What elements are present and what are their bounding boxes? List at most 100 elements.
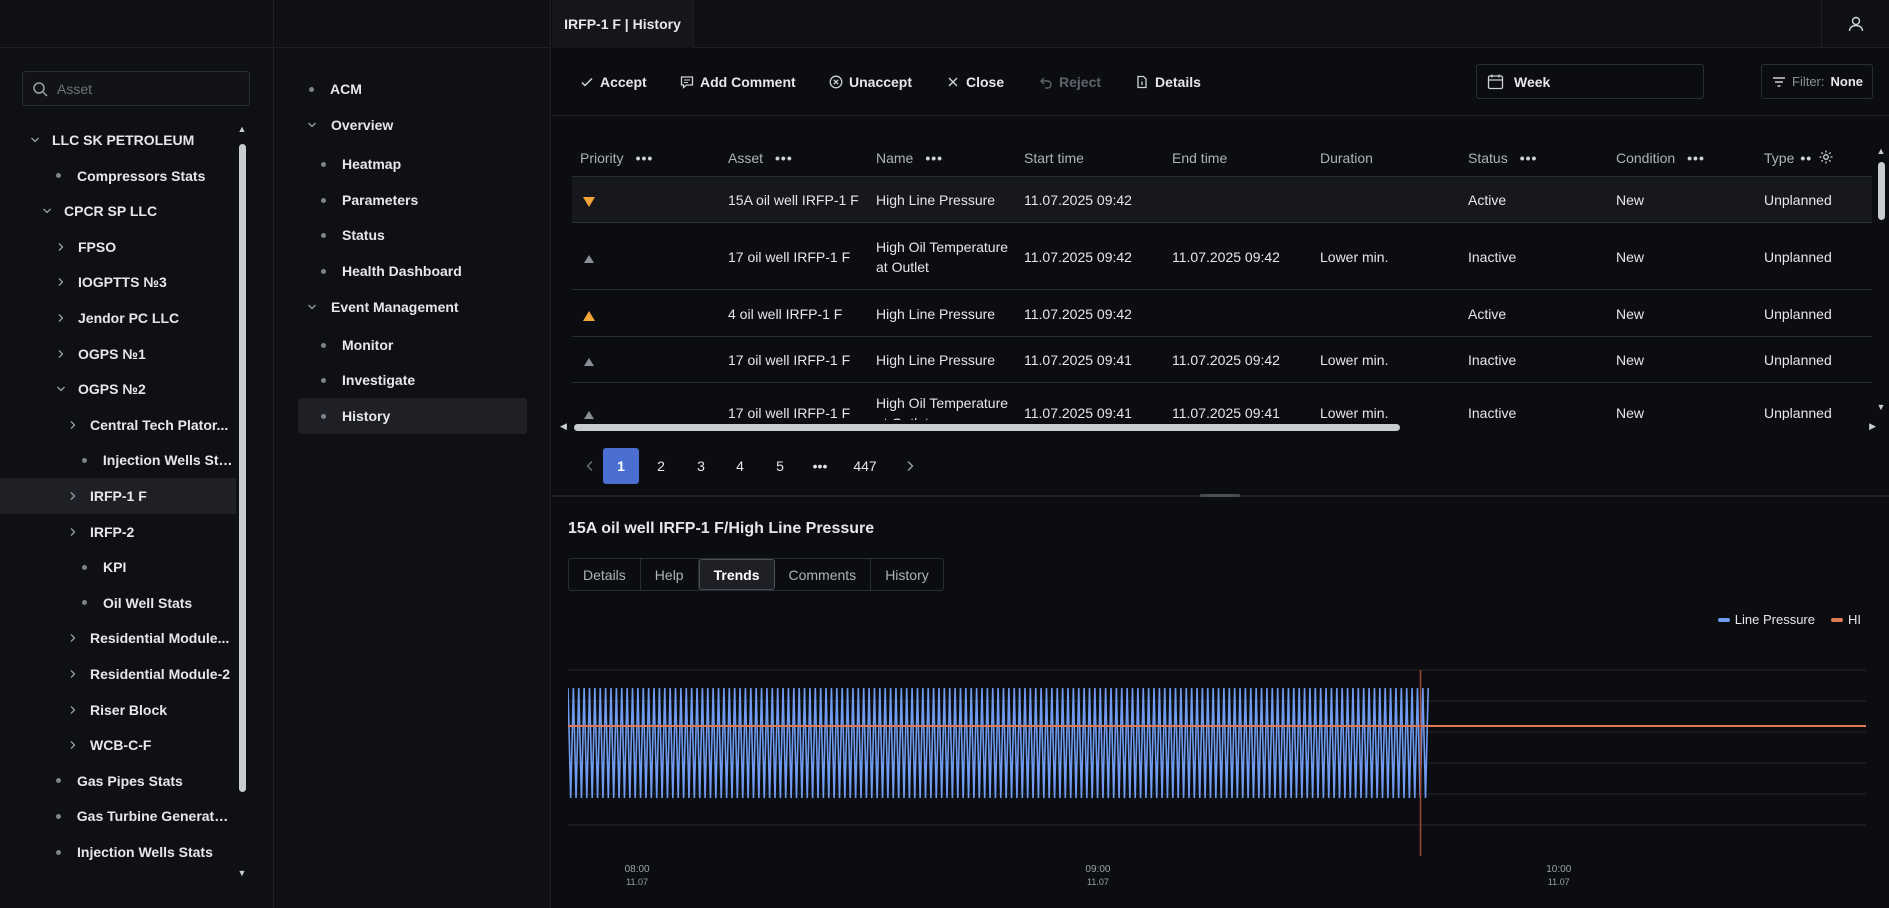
reject-button[interactable]: Reject — [1039, 70, 1101, 94]
detail-tab[interactable]: Details — [569, 559, 641, 590]
tree-item[interactable]: Gas Pipes Stats — [0, 763, 236, 799]
detail-tab[interactable]: Trends — [698, 559, 775, 590]
table-horizontal-scrollbar[interactable]: ◀ ▶ — [560, 421, 1876, 433]
column-header[interactable]: Type •• — [1764, 140, 1834, 176]
table-row[interactable]: 17 oil well IRFP-1 F High Oil Temperature… — [572, 222, 1872, 289]
column-header[interactable]: Condition ••• — [1616, 140, 1705, 176]
chevron-right-icon[interactable] — [56, 349, 66, 359]
tree-item[interactable]: Oil Well Stats — [0, 585, 236, 621]
tree-item[interactable]: LLC SK PETROLEUM — [0, 122, 236, 158]
tree-item[interactable]: Residential Module... — [0, 620, 236, 656]
nav-item[interactable]: History — [298, 398, 527, 434]
tree-item[interactable]: OGPS №1 — [0, 336, 236, 372]
chevron-down-icon[interactable] — [307, 120, 317, 130]
page-button[interactable]: 4 — [722, 448, 758, 484]
column-menu-icon[interactable]: ••• — [1687, 150, 1705, 166]
table-vscroll-thumb[interactable] — [1878, 162, 1885, 220]
nav-item[interactable]: Investigate — [298, 362, 527, 398]
tree-item[interactable]: IOGPTTS №3 — [0, 264, 236, 300]
tree-item[interactable]: Injection Wells Stats — [0, 442, 236, 478]
tree-item[interactable]: CPCR SP LLC — [0, 193, 236, 229]
user-button[interactable] — [1821, 0, 1889, 48]
nav-item[interactable]: Heatmap — [298, 146, 527, 182]
tree-scrollbar[interactable]: ▲ ▼ — [237, 124, 247, 884]
page-button[interactable]: 447 — [845, 448, 885, 484]
table-row[interactable]: 17 oil well IRFP-1 F High Line Pressure 11… — [572, 336, 1872, 382]
add-comment-button[interactable]: Add Comment — [680, 70, 796, 94]
tree-item[interactable]: Residential Module-2 — [0, 656, 236, 692]
legend-item-hi[interactable]: HI — [1831, 612, 1861, 627]
column-menu-icon[interactable]: ••• — [1520, 150, 1538, 166]
column-header[interactable]: Duration — [1320, 140, 1373, 176]
details-button[interactable]: Details — [1135, 70, 1201, 94]
chevron-down-icon[interactable] — [307, 302, 317, 312]
chevron-right-icon[interactable] — [56, 313, 66, 323]
page-button[interactable]: ••• — [802, 448, 838, 484]
table-vertical-scrollbar[interactable]: ▲ ▼ — [1876, 146, 1886, 412]
tab-irfp-history[interactable]: IRFP-1 F | History — [552, 0, 694, 48]
table-scroll-down-icon[interactable]: ▼ — [1876, 402, 1886, 412]
tree-item[interactable]: IRFP-1 F — [0, 478, 236, 514]
chevron-right-icon[interactable] — [68, 705, 78, 715]
nav-item[interactable]: Overview — [298, 107, 527, 143]
chevron-right-icon[interactable] — [56, 242, 66, 252]
table-row[interactable]: 4 oil well IRFP-1 F High Line Pressure 11.… — [572, 289, 1872, 336]
tree-item[interactable]: Injection Wells Stats — [0, 834, 236, 870]
nav-item[interactable]: Status — [298, 217, 527, 253]
table-hscroll-thumb[interactable] — [574, 424, 1400, 431]
column-menu-icon[interactable]: ••• — [775, 150, 793, 166]
column-menu-icon[interactable]: ••• — [636, 150, 654, 166]
tree-item[interactable]: WCB-C-F — [0, 727, 236, 763]
table-scroll-up-icon[interactable]: ▲ — [1876, 146, 1886, 156]
chevron-down-icon[interactable] — [42, 206, 52, 216]
accept-button[interactable]: Accept — [580, 70, 647, 94]
chevron-down-icon[interactable] — [30, 135, 40, 145]
page-button[interactable]: 5 — [762, 448, 798, 484]
tree-item[interactable]: FPSO — [0, 229, 236, 265]
chevron-right-icon[interactable] — [68, 633, 78, 643]
tree-item[interactable]: Gas Turbine Generator ... — [0, 798, 236, 834]
page-button[interactable]: 2 — [643, 448, 679, 484]
table-scroll-left-icon[interactable]: ◀ — [560, 421, 567, 432]
chevron-right-icon[interactable] — [56, 277, 66, 287]
detail-tab[interactable]: History — [871, 559, 943, 590]
chevron-right-icon[interactable] — [68, 491, 78, 501]
tree-item[interactable]: Central Tech Plator... — [0, 407, 236, 443]
detail-tab[interactable]: Help — [641, 559, 699, 590]
page-button[interactable]: 3 — [683, 448, 719, 484]
chevron-right-icon[interactable] — [68, 740, 78, 750]
table-row[interactable]: 17 oil well IRFP-1 F High Oil Temperature… — [572, 382, 1872, 420]
detail-tab[interactable]: Comments — [775, 559, 872, 590]
period-select[interactable]: Week — [1476, 64, 1704, 99]
legend-item-line-pressure[interactable]: Line Pressure — [1717, 612, 1815, 627]
asset-search-input[interactable] — [57, 72, 243, 105]
column-header[interactable]: Start time — [1024, 140, 1084, 176]
column-menu-icon[interactable]: •• — [1800, 150, 1812, 166]
chevron-right-icon[interactable] — [892, 448, 928, 484]
nav-item[interactable]: ACM — [298, 71, 527, 107]
tree-item[interactable]: OGPS №2 — [0, 371, 236, 407]
asset-search[interactable] — [22, 71, 250, 106]
close-button[interactable]: Close — [946, 70, 1004, 94]
chevron-right-icon[interactable] — [68, 527, 78, 537]
scroll-up-icon[interactable]: ▲ — [237, 124, 247, 134]
page-button[interactable]: 1 — [603, 448, 639, 484]
nav-item[interactable]: Event Management — [298, 289, 527, 325]
column-header[interactable]: Priority ••• — [580, 140, 653, 176]
tree-item[interactable]: Compressors Stats — [0, 158, 236, 194]
column-header[interactable]: Status ••• — [1468, 140, 1537, 176]
panel-splitter[interactable] — [552, 494, 1889, 497]
tree-scroll-thumb[interactable] — [239, 144, 246, 792]
column-header[interactable]: Name ••• — [876, 140, 943, 176]
tree-item[interactable]: IRFP-2 — [0, 514, 236, 550]
splitter-grip[interactable] — [1200, 494, 1240, 497]
chevron-down-icon[interactable] — [56, 384, 66, 394]
tree-item[interactable]: Jendor PC LLC — [0, 300, 236, 336]
scroll-down-icon[interactable]: ▼ — [237, 868, 247, 878]
table-row[interactable]: 15A oil well IRFP-1 F High Line Pressure 1… — [572, 176, 1872, 222]
nav-item[interactable]: Monitor — [298, 327, 527, 363]
nav-item[interactable]: Health Dashboard — [298, 253, 527, 289]
gear-icon[interactable] — [1818, 149, 1834, 168]
chevron-right-icon[interactable] — [68, 669, 78, 679]
column-menu-icon[interactable]: ••• — [925, 150, 943, 166]
